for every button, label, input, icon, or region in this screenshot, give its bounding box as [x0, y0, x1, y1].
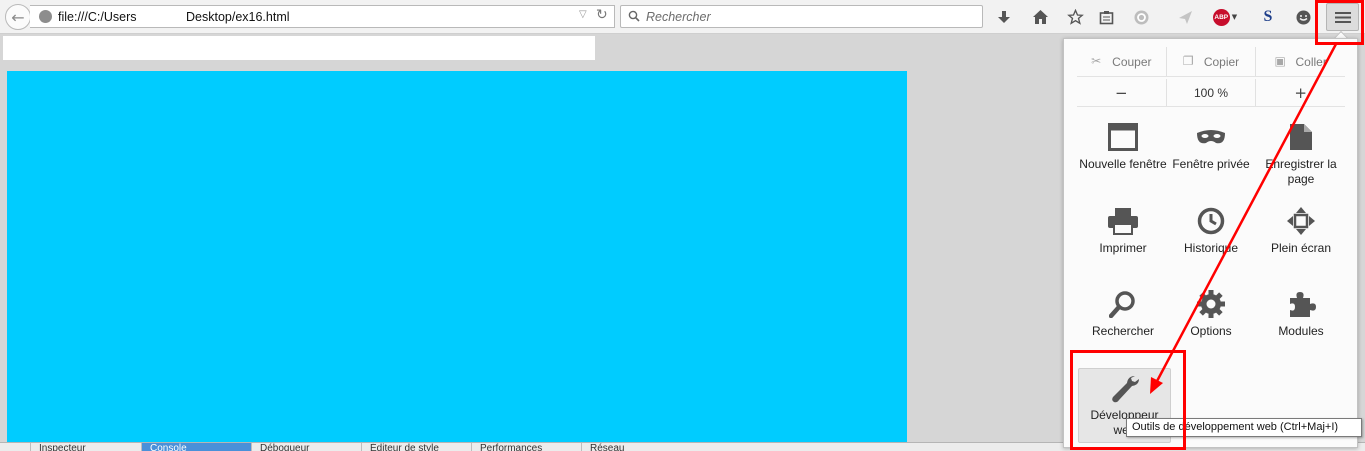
- menu-item-label: Historique: [1183, 241, 1239, 255]
- zoom-plus-label: +: [1294, 83, 1307, 102]
- history-clock-icon: [1197, 207, 1225, 235]
- search-placeholder: Rechercher: [646, 10, 711, 24]
- back-arrow-icon: ←: [11, 7, 25, 27]
- url-history-dropdown-icon[interactable]: ▽: [579, 9, 587, 20]
- adblock-plus-icon[interactable]: ABP ▼: [1211, 6, 1239, 28]
- cut-button[interactable]: ✂ Couper: [1077, 47, 1166, 76]
- download-icon[interactable]: [993, 6, 1015, 28]
- options-button[interactable]: Options: [1167, 290, 1255, 339]
- printer-icon: [1108, 208, 1138, 235]
- copy-icon: ❐: [1182, 54, 1194, 68]
- edit-controls: ✂ Couper ❐ Copier ▣ Coller: [1077, 47, 1345, 77]
- addons-button[interactable]: Modules: [1257, 290, 1345, 339]
- devtools-tab[interactable]: Débogueur: [251, 443, 361, 451]
- menu-item-label: Nouvelle fenêtre: [1079, 157, 1167, 171]
- devtools-tab[interactable]: Éditeur de style: [361, 443, 471, 451]
- copy-label: Copier: [1203, 54, 1240, 69]
- paste-button[interactable]: ▣ Coller: [1255, 47, 1345, 76]
- send-tab-icon[interactable]: [1174, 6, 1196, 28]
- private-mask-icon: [1197, 130, 1225, 144]
- menu-item-label: Enregistrer la page: [1265, 157, 1337, 186]
- url-text-suffix: Desktop/ex16.html: [186, 10, 290, 24]
- search-magnifier-icon: [628, 10, 640, 22]
- home-icon[interactable]: [1029, 6, 1051, 28]
- zoom-level: 100 %: [1193, 85, 1229, 100]
- devtools-tab[interactable]: Performances: [471, 443, 581, 451]
- new-window-icon: [1108, 123, 1138, 151]
- search-bar[interactable]: Rechercher: [620, 5, 983, 28]
- bookmark-star-icon[interactable]: [1064, 6, 1086, 28]
- abp-badge: ABP: [1212, 8, 1230, 26]
- private-window-button[interactable]: Fenêtre privée: [1167, 123, 1255, 172]
- cut-label: Couper: [1112, 54, 1152, 69]
- page-header-strip: [3, 36, 595, 60]
- menu-item-label: Imprimer: [1099, 241, 1147, 255]
- gear-icon: [1197, 290, 1225, 318]
- menu-item-label: Modules: [1278, 324, 1324, 338]
- annotation-box-menu: [1315, 0, 1364, 45]
- scissors-icon: ✂: [1091, 54, 1102, 68]
- s-extension-icon[interactable]: S: [1257, 6, 1279, 28]
- new-window-button[interactable]: Nouvelle fenêtre: [1079, 123, 1167, 172]
- zoom-minus-label: −: [1115, 83, 1128, 102]
- fullscreen-icon: [1287, 207, 1315, 235]
- copy-button[interactable]: ❐ Copier: [1165, 47, 1256, 76]
- globe-icon: [39, 10, 52, 23]
- puzzle-icon: [1290, 292, 1316, 317]
- browser-toolbar: ← file:///C:/Users Desktop/ex16.html ▽ ↻…: [0, 0, 1365, 34]
- zoom-in-button[interactable]: +: [1255, 79, 1345, 106]
- fullscreen-button[interactable]: Plein écran: [1257, 207, 1345, 256]
- sync-icon[interactable]: [1130, 6, 1152, 28]
- menu-item-label: Options: [1190, 324, 1232, 338]
- save-page-icon: [1290, 124, 1312, 150]
- devtools-tab-active[interactable]: Console: [141, 443, 251, 451]
- clipboard-icon: ▣: [1274, 54, 1286, 68]
- zoom-reset-button[interactable]: 100 %: [1165, 79, 1256, 106]
- find-button[interactable]: Rechercher: [1079, 290, 1167, 339]
- reading-list-icon[interactable]: [1095, 6, 1117, 28]
- chat-icon[interactable]: [1292, 6, 1314, 28]
- paste-label: Coller: [1295, 54, 1327, 69]
- devtools-tab[interactable]: Inspecteur: [30, 443, 140, 451]
- annotation-box-developer: [1070, 350, 1186, 450]
- s-letter: S: [1263, 8, 1273, 25]
- url-text-prefix: file:///C:/Users: [58, 10, 137, 24]
- history-button[interactable]: Historique: [1167, 207, 1255, 256]
- menu-item-label: Fenêtre privée: [1172, 157, 1250, 171]
- menu-item-label: Plein écran: [1270, 241, 1332, 255]
- page-content-block: [7, 71, 907, 443]
- devtools-tab[interactable]: Réseau: [581, 443, 691, 451]
- zoom-controls: − 100 % +: [1077, 79, 1345, 107]
- search-icon: [1109, 291, 1135, 318]
- save-page-button[interactable]: Enregistrer la page: [1257, 123, 1345, 187]
- menu-item-label: Rechercher: [1091, 324, 1155, 338]
- url-bar[interactable]: file:///C:/Users Desktop/ex16.html ▽ ↻: [30, 5, 615, 28]
- zoom-out-button[interactable]: −: [1077, 79, 1166, 106]
- back-button[interactable]: ←: [5, 4, 31, 30]
- reload-icon[interactable]: ↻: [596, 7, 608, 23]
- print-button[interactable]: Imprimer: [1079, 207, 1167, 256]
